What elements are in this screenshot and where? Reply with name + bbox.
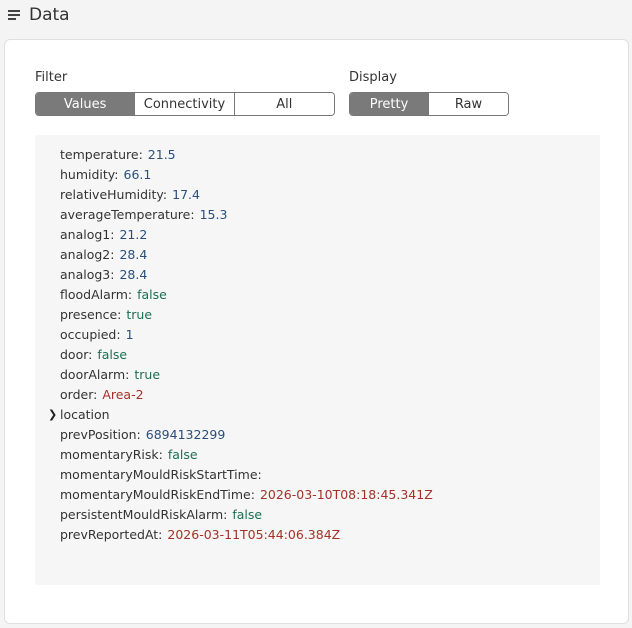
field-value: 1: [125, 327, 134, 342]
field-key: momentaryMouldRiskStartTime:: [60, 467, 262, 482]
field-value: 21.2: [119, 227, 148, 242]
data-field-row: analog3: 28.4: [60, 265, 433, 285]
field-key: occupied:: [60, 327, 121, 342]
menu-icon[interactable]: [8, 10, 20, 20]
field-value: 17.4: [172, 187, 200, 202]
display-pretty-button[interactable]: Pretty: [350, 93, 429, 115]
field-value: 2026-03-11T05:44:06.384Z: [167, 527, 341, 542]
field-key: momentaryRisk:: [60, 447, 163, 462]
filter-label: Filter: [35, 70, 68, 85]
field-key: order:: [60, 387, 98, 402]
filter-all-button[interactable]: All: [234, 93, 334, 115]
field-value: false: [137, 287, 167, 302]
field-key: temperature:: [60, 147, 143, 162]
data-field-row: momentaryRisk: false: [60, 445, 433, 465]
field-value: 15.3: [199, 207, 228, 222]
field-key: presence:: [60, 307, 122, 322]
page-header: Data: [8, 4, 70, 26]
field-key: prevPosition:: [60, 427, 141, 442]
field-value: 21.5: [147, 147, 176, 162]
field-key: analog2:: [60, 247, 115, 262]
display-label: Display: [349, 70, 397, 85]
display-raw-button[interactable]: Raw: [429, 93, 508, 115]
data-fields-list: temperature: 21.5 humidity: 66.1 relativeHum…: [48, 145, 433, 545]
filter-segmented-control: Values Connectivity All: [35, 92, 335, 116]
field-value: false: [232, 507, 263, 522]
field-value: 6894132299: [145, 427, 226, 442]
data-field-row: analog1: 21.2: [60, 225, 433, 245]
data-field-row: occupied: 1: [60, 325, 433, 345]
field-key: prevReportedAt:: [60, 527, 163, 542]
data-field-row: prevReportedAt: 2026-03-11T05:44:06.384Z: [60, 525, 433, 545]
display-segmented-control: Pretty Raw: [349, 92, 509, 116]
filter-connectivity-button[interactable]: Connectivity: [135, 93, 235, 115]
page-title: Data: [29, 5, 70, 25]
field-key: relativeHumidity:: [60, 187, 168, 202]
field-key: floodAlarm:: [60, 287, 133, 302]
data-field-row: floodAlarm: false: [60, 285, 433, 305]
data-field-row: averageTemperature: 15.3: [60, 205, 433, 225]
data-field-row: presence: true: [60, 305, 433, 325]
data-field-row: door: false: [60, 345, 433, 365]
field-key: doorAlarm:: [60, 367, 130, 382]
field-key: location: [60, 407, 110, 422]
field-value: 28.4: [119, 247, 148, 262]
data-field-row: momentaryMouldRiskEndTime: 2026-03-10T08:…: [60, 485, 433, 505]
filter-values-button[interactable]: Values: [36, 93, 136, 115]
data-field-row: temperature: 21.5: [60, 145, 433, 165]
field-key: door:: [60, 347, 93, 362]
data-field-row[interactable]: ❯ location: [48, 405, 433, 425]
field-key: persistentMouldRiskAlarm:: [60, 507, 228, 522]
field-key: humidity:: [60, 167, 119, 182]
data-field-row: humidity: 66.1: [60, 165, 433, 185]
data-field-row: relativeHumidity: 17.4: [60, 185, 433, 205]
field-value: 66.1: [123, 167, 152, 182]
data-field-row: persistentMouldRiskAlarm: false: [60, 505, 433, 525]
data-field-row: order: Area-2: [60, 385, 433, 405]
data-field-row: analog2: 28.4: [60, 245, 433, 265]
field-value: 2026-03-10T08:18:45.341Z: [259, 487, 433, 502]
data-panel: temperature: 21.5 humidity: 66.1 relativeHum…: [35, 135, 600, 585]
field-key: analog3:: [60, 267, 115, 282]
field-value: 28.4: [119, 267, 148, 282]
data-field-row: doorAlarm: true: [60, 365, 433, 385]
field-key: analog1:: [60, 227, 115, 242]
data-card: Filter Values Connectivity All Display P…: [4, 39, 629, 624]
field-value: true: [134, 367, 161, 382]
field-value: false: [97, 347, 128, 362]
field-key: averageTemperature:: [60, 207, 195, 222]
field-value: true: [126, 307, 153, 322]
field-value: Area-2: [102, 387, 144, 402]
data-field-row: momentaryMouldRiskStartTime:: [60, 465, 433, 485]
chevron-right-icon[interactable]: ❯: [48, 405, 57, 425]
field-value: false: [167, 447, 198, 462]
data-field-row: prevPosition: 6894132299: [60, 425, 433, 445]
field-key: momentaryMouldRiskEndTime:: [60, 487, 255, 502]
